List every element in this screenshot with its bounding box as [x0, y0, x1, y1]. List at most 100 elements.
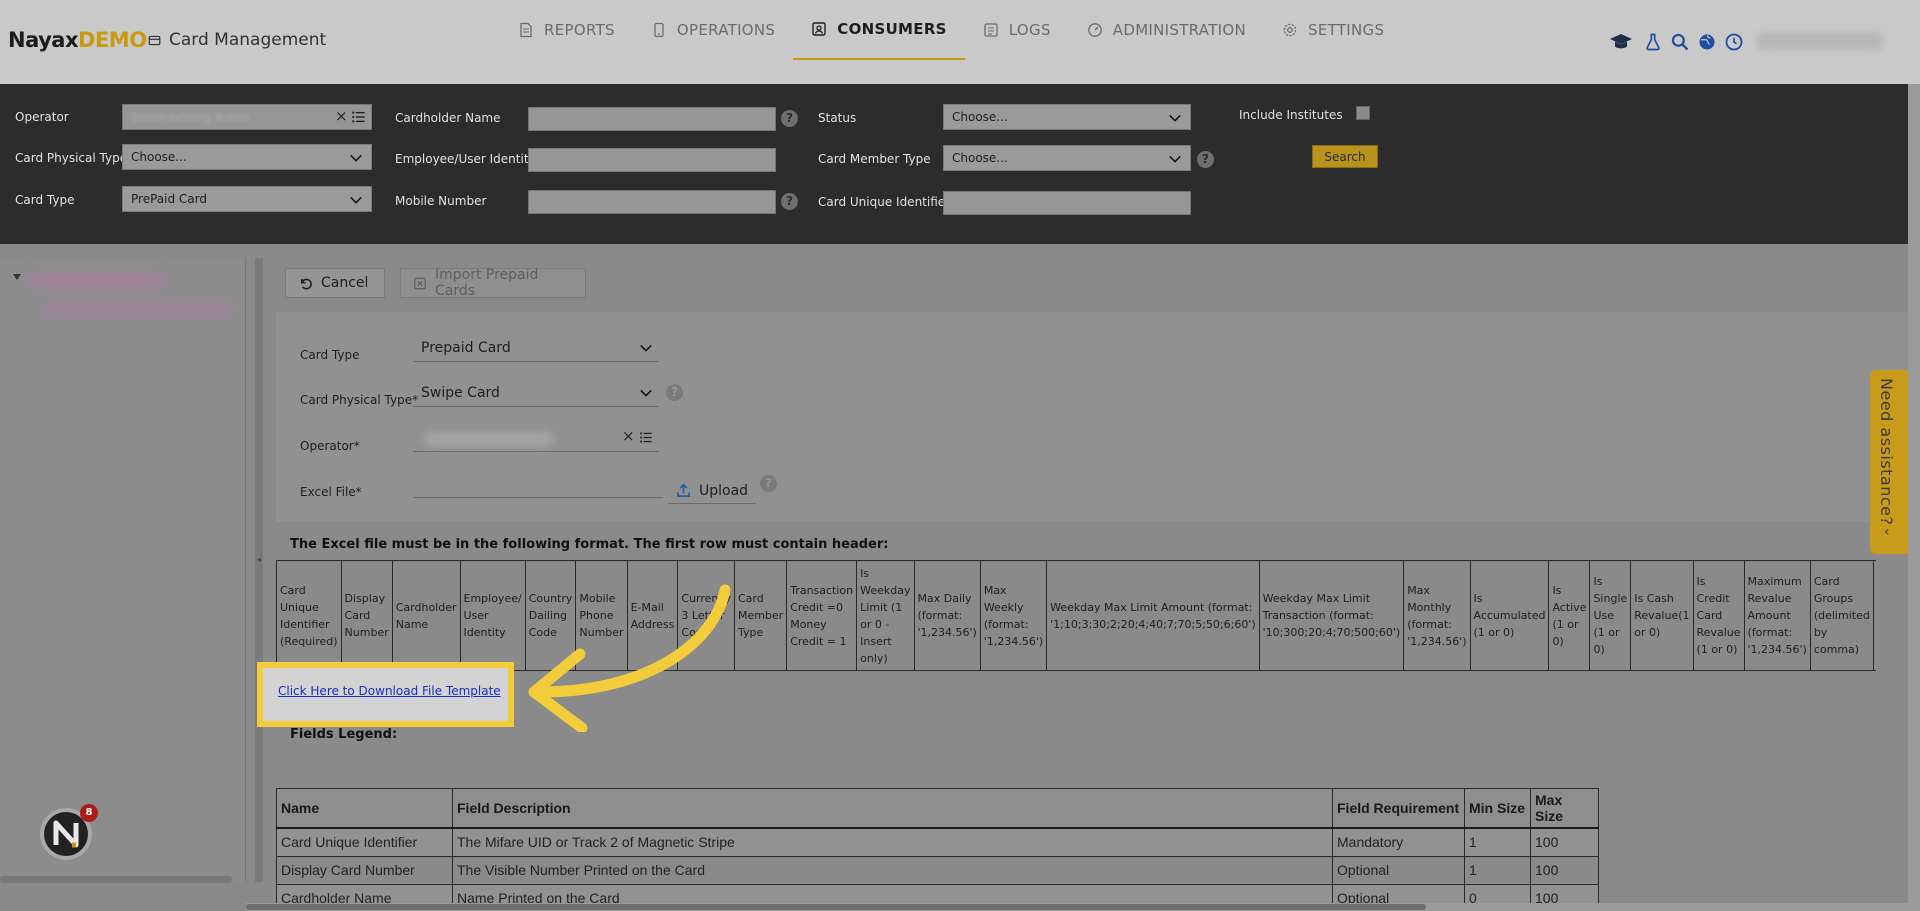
employee-identity-filter-label: Employee/User Identity	[395, 152, 536, 166]
clock-icon[interactable]	[1724, 32, 1744, 52]
user-menu[interactable]	[1756, 32, 1884, 50]
legend-header-row: Name Field Description Field Requirement…	[276, 788, 1599, 829]
flask-icon[interactable]	[1643, 32, 1663, 52]
form-card-physical-type-label: Card Physical Type*	[300, 393, 419, 407]
collapse-arrow-icon[interactable]: ◂	[257, 555, 261, 564]
operator-filter-placeholder: Select existing Actors	[131, 111, 250, 124]
help-icon[interactable]: ?	[1197, 151, 1214, 168]
table-row: Display Card Number The Visible Number P…	[276, 855, 1599, 885]
nav-logs[interactable]: LOGS	[965, 0, 1069, 60]
tree-horizontal-scrollbar[interactable]	[0, 876, 232, 883]
legend-cell: Mandatory	[1332, 827, 1465, 857]
list-picker-icon[interactable]	[351, 110, 366, 124]
format-column-header: Card Unique Identifier (Required)	[276, 560, 342, 671]
cardholder-name-filter-label: Cardholder Name	[395, 111, 501, 125]
fields-legend-title: Fields Legend:	[290, 727, 398, 742]
clear-icon[interactable]: ×	[335, 107, 348, 125]
undo-icon	[301, 278, 312, 289]
download-template-link[interactable]: Click Here to Download File Template	[278, 684, 501, 698]
document-icon	[520, 22, 532, 38]
format-column-header: Cardholder Name	[391, 560, 461, 671]
cardholder-name-filter-input[interactable]	[528, 107, 776, 131]
form-card-type-select[interactable]: Prepaid Card	[413, 336, 659, 362]
gear-icon	[1283, 23, 1297, 37]
main-nav: REPORTS OPERATIONS CONSUMERS LOGS ADMINI…	[500, 0, 1402, 84]
include-institutes-checkbox[interactable]	[1356, 106, 1370, 120]
chevron-down-icon	[640, 389, 652, 397]
page-horizontal-scrollbar[interactable]	[246, 903, 1920, 911]
format-column-header: Transaction Credit =0 Money Credit = 1	[786, 560, 858, 671]
format-column-header: Display Card Number	[340, 560, 393, 671]
scrollbar-thumb[interactable]	[246, 904, 1426, 910]
search-icon[interactable]	[1670, 32, 1690, 52]
list-icon	[984, 23, 998, 37]
graduation-cap-icon[interactable]	[1606, 30, 1636, 54]
chevron-down-icon	[1169, 114, 1181, 122]
upload-icon	[677, 483, 690, 497]
assistant-launcher[interactable]: 8	[40, 804, 98, 860]
tree-node-child[interactable]	[44, 302, 234, 318]
format-table: Card Unique Identifier (Required) Display…	[276, 560, 1876, 671]
form-card-physical-type-select[interactable]: Swipe Card	[413, 381, 659, 407]
nav-consumers[interactable]: CONSUMERS	[793, 0, 965, 60]
format-column-header: Weekday Max Limit Transaction (format: '…	[1258, 560, 1405, 671]
page-title: Card Management	[148, 30, 326, 50]
card-member-type-filter-select[interactable]: Choose...	[943, 145, 1191, 171]
form-operator-value	[424, 432, 554, 446]
format-column-header: Weekday Max Limit Amount (format: '1;10;…	[1046, 560, 1260, 671]
employee-identity-filter-input[interactable]	[528, 148, 776, 172]
expand-caret-icon[interactable]	[13, 274, 21, 280]
form-excel-file-input[interactable]	[413, 472, 663, 498]
card-unique-identifier-filter-label: Card Unique Identifier	[818, 195, 951, 209]
nav-reports[interactable]: REPORTS	[500, 0, 633, 60]
format-column-header: Max Monthly (format: '1,234.56')	[1403, 560, 1471, 671]
search-button[interactable]: Search	[1312, 145, 1378, 168]
nav-settings[interactable]: SETTINGS	[1264, 0, 1402, 60]
import-prepaid-cards-button[interactable]: Import Prepaid Cards	[400, 267, 586, 299]
help-icon[interactable]: ?	[781, 110, 798, 127]
upload-button[interactable]: Upload	[668, 478, 757, 504]
format-column-header: Maximum Revalue Amount (format: '1,234.5…	[1743, 560, 1811, 671]
chevron-down-icon	[640, 344, 652, 352]
legend-cell: 1	[1464, 855, 1531, 885]
nav-operations[interactable]: OPERATIONS	[633, 0, 793, 60]
status-filter-label: Status	[818, 111, 857, 125]
card-type-filter-select[interactable]: PrePaid Card	[122, 186, 372, 212]
help-icon[interactable]: ?	[666, 384, 683, 401]
format-column-header: Max Daily (format: '1,234.56')	[913, 560, 981, 671]
operator-filter-input[interactable]: Select existing Actors ×	[122, 104, 372, 130]
card-physical-type-filter-select[interactable]: Choose...	[122, 144, 372, 170]
format-column-header: Card Location (delimited by comma)	[1872, 560, 1876, 671]
nav-administration[interactable]: ADMINISTRATION	[1069, 0, 1264, 60]
table-row: Card Unique Identifier The Mifare UID or…	[276, 827, 1599, 857]
mobile-number-filter-input[interactable]	[528, 190, 776, 214]
tree-node-root[interactable]	[26, 272, 166, 288]
help-icon[interactable]: ?	[781, 193, 798, 210]
globe-icon[interactable]	[1697, 32, 1717, 52]
help-icon[interactable]: ?	[760, 475, 777, 492]
legend-cell: Optional	[1332, 855, 1465, 885]
page-vertical-scrollbar[interactable]	[1908, 84, 1920, 911]
nayax-logo[interactable]: NayaxDEMO	[8, 28, 147, 52]
list-picker-icon[interactable]	[639, 431, 653, 444]
format-column-header: Is Credit Card Revalue (1 or 0)	[1692, 560, 1745, 671]
operator-filter-label: Operator	[15, 110, 69, 124]
format-table-container[interactable]: Card Unique Identifier (Required) Display…	[276, 560, 1876, 672]
fields-legend-table: Name Field Description Field Requirement…	[276, 788, 1599, 911]
top-navigation-bar: NayaxDEMO Card Management REPORTS OPERAT…	[0, 0, 1920, 84]
card-member-type-filter-label: Card Member Type	[818, 152, 931, 166]
format-column-header: Is Accumulated (1 or 0)	[1469, 560, 1550, 671]
format-column-header: Card Groups (delimited by comma)	[1809, 560, 1874, 671]
cancel-button[interactable]: Cancel	[285, 268, 385, 298]
panel-splitter[interactable]	[255, 258, 263, 882]
need-assistance-tab[interactable]: Need assistance? ‹	[1870, 370, 1912, 554]
gauge-icon	[1087, 23, 1102, 37]
status-filter-select[interactable]: Choose...	[943, 104, 1191, 130]
clear-icon[interactable]: ×	[622, 427, 635, 445]
chevron-left-icon: ‹	[1884, 524, 1890, 540]
card-unique-identifier-filter-input[interactable]	[943, 191, 1191, 215]
chevron-down-icon	[350, 196, 362, 204]
filter-bar: Operator Select existing Actors × Cardho…	[0, 84, 1908, 244]
legend-cell: 100	[1530, 827, 1599, 857]
form-card-type-label: Card Type	[300, 348, 360, 362]
